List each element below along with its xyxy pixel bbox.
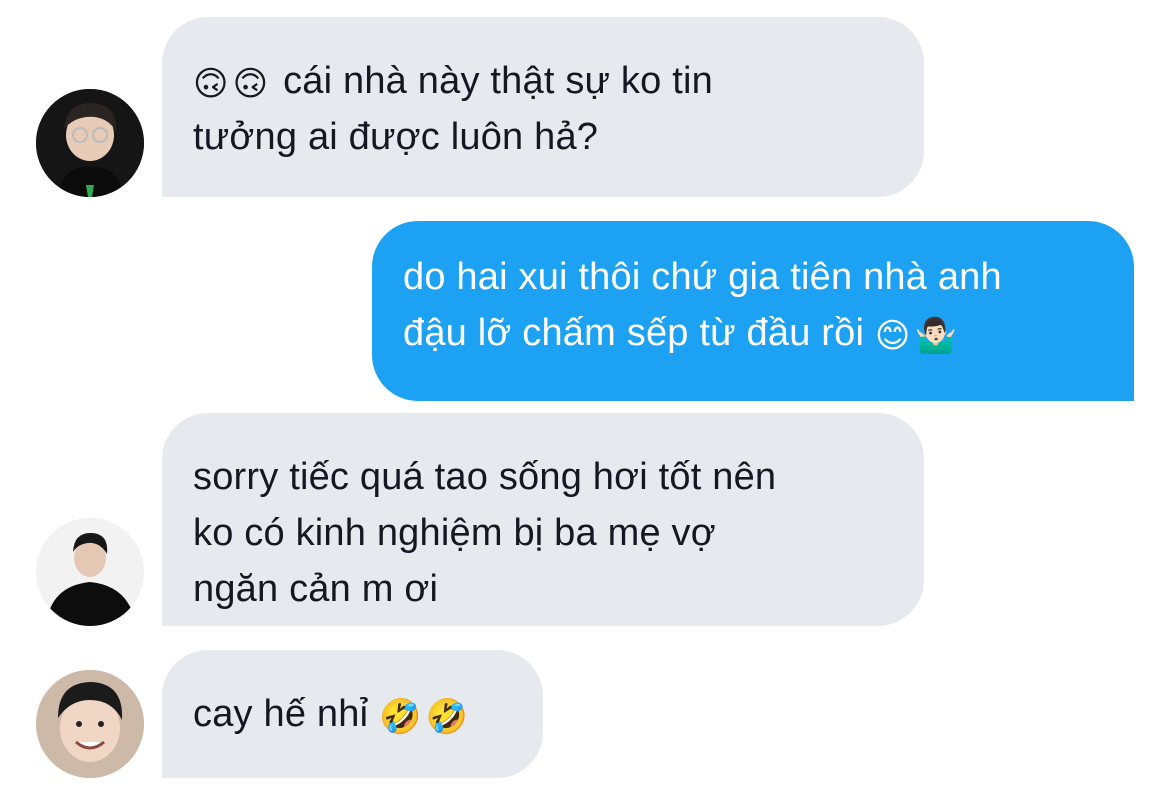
avatar[interactable] [36,670,144,778]
upside-down-face-icon: 🙃 [232,64,269,104]
avatar-glasses-man-icon [36,89,144,197]
message-bubble-incoming[interactable]: 🙃 🙃 cái nhà này thật sự ko tin tưởng ai đ… [162,17,924,197]
message-text: đậu lỡ chấm sếp từ đầu rồi [403,312,865,354]
rolling-on-floor-laughing-icon: 🤣 [425,697,469,737]
smiling-face-icon: 😊 [874,316,911,356]
avatar[interactable] [36,518,144,626]
conversation-thread: 🙃 🙃 cái nhà này thật sự ko tin tưởng ai đ… [0,0,1170,799]
message-text: cái nhà này thật sự ko tin [283,60,713,102]
message-line: đậu lỡ chấm sếp từ đầu rồi 😊 🤷🏻‍♂️ [403,305,1104,361]
man-shrugging-icon: 🤷🏻‍♂️ [914,316,958,356]
message-bubble-incoming[interactable]: cay hế nhỉ 🤣 🤣 [162,650,543,778]
message-text: ko có kinh nghiệm bị ba mẹ vợ [193,512,716,554]
avatar-man-black-outfit-icon [36,518,144,626]
message-line: 🙃 🙃 cái nhà này thật sự ko tin [193,53,894,109]
message-text: ngăn cản m ơi [193,568,439,610]
rolling-on-floor-laughing-icon: 🤣 [379,697,422,737]
message-line: cay hế nhỉ 🤣 🤣 [193,686,513,742]
message-text: cay hế nhỉ [193,693,369,735]
message-text: do hai xui thôi chứ gia tiên nhà anh [403,256,1002,298]
message-bubble-outgoing[interactable]: do hai xui thôi chứ gia tiên nhà anh đậu… [372,221,1134,401]
upside-down-face-icon: 🙃 [193,64,229,104]
avatar-smiling-man-icon [36,670,144,778]
avatar[interactable] [36,89,144,197]
message-text: sorry tiếc quá tao sống hơi tốt nên [193,456,777,498]
message-text: tưởng ai được luôn hả? [193,116,599,158]
message-bubble-incoming[interactable]: sorry tiếc quá tao sống hơi tốt nên ko c… [162,413,924,626]
